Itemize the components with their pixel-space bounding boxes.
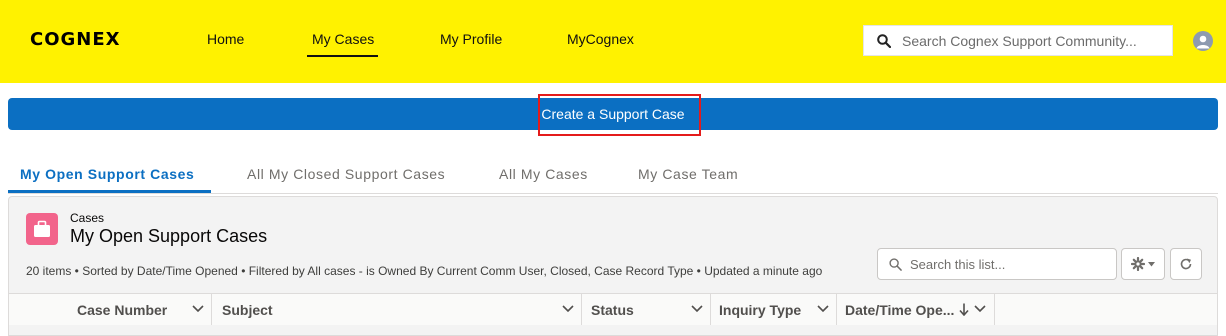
active-tab-indicator bbox=[8, 190, 211, 193]
list-view-info: 20 items • Sorted by Date/Time Opened • … bbox=[26, 264, 823, 278]
case-tabs: My Open Support Cases All My Closed Supp… bbox=[8, 156, 1218, 194]
user-avatar-icon[interactable] bbox=[1193, 31, 1213, 51]
caret-down-icon bbox=[1148, 261, 1155, 266]
column-inquiry-type[interactable]: Inquiry Type bbox=[711, 294, 837, 325]
list-search-input[interactable] bbox=[910, 256, 1110, 272]
community-search bbox=[863, 25, 1173, 56]
list-view-title: My Open Support Cases bbox=[70, 226, 268, 246]
column-case-number[interactable]: Case Number bbox=[9, 294, 212, 325]
table-header: Case Number Subject Status Inquiry Type … bbox=[9, 293, 1217, 325]
nav-my-cases[interactable]: My Cases bbox=[307, 31, 379, 57]
tab-my-case-team[interactable]: My Case Team bbox=[638, 166, 738, 182]
top-bar: COGNEX Home My Cases My Profile MyCognex bbox=[0, 0, 1226, 83]
tab-all-my-cases[interactable]: All My Cases bbox=[499, 166, 588, 182]
briefcase-icon bbox=[26, 213, 58, 245]
tab-my-open-support-cases[interactable]: My Open Support Cases bbox=[20, 166, 194, 182]
column-subject[interactable]: Subject bbox=[212, 294, 582, 325]
chevron-down-icon[interactable] bbox=[974, 305, 986, 313]
chevron-down-icon[interactable] bbox=[691, 305, 703, 313]
nav-home[interactable]: Home bbox=[207, 31, 244, 47]
chevron-down-icon[interactable] bbox=[192, 305, 204, 313]
column-label: Inquiry Type bbox=[719, 302, 802, 318]
list-settings-button[interactable] bbox=[1121, 248, 1165, 280]
refresh-icon bbox=[1180, 258, 1192, 270]
refresh-button[interactable] bbox=[1170, 248, 1202, 280]
community-search-input[interactable] bbox=[902, 32, 1152, 49]
chevron-down-icon[interactable] bbox=[562, 305, 574, 313]
object-label: Cases bbox=[70, 211, 105, 225]
search-icon bbox=[877, 33, 891, 48]
column-date-time-opened[interactable]: Date/Time Ope... bbox=[837, 294, 995, 325]
chevron-down-icon[interactable] bbox=[817, 305, 829, 313]
column-label: Subject bbox=[222, 302, 273, 318]
list-view-panel: Cases My Open Support Cases 20 items • S… bbox=[8, 196, 1218, 336]
nav-mycognex[interactable]: MyCognex bbox=[567, 31, 634, 47]
cognex-logo[interactable]: COGNEX bbox=[30, 29, 121, 50]
column-label: Status bbox=[591, 302, 634, 318]
sort-descending-icon bbox=[959, 303, 969, 316]
nav-my-profile[interactable]: My Profile bbox=[440, 31, 502, 47]
column-status[interactable]: Status bbox=[582, 294, 711, 325]
search-icon bbox=[889, 257, 902, 271]
gear-icon bbox=[1131, 257, 1145, 271]
tab-all-my-closed-support-cases[interactable]: All My Closed Support Cases bbox=[247, 166, 445, 182]
column-label: Date/Time Ope... bbox=[845, 302, 955, 318]
list-search bbox=[877, 248, 1117, 280]
column-label: Case Number bbox=[77, 302, 168, 318]
create-support-case-button[interactable]: Create a Support Case bbox=[8, 98, 1218, 130]
